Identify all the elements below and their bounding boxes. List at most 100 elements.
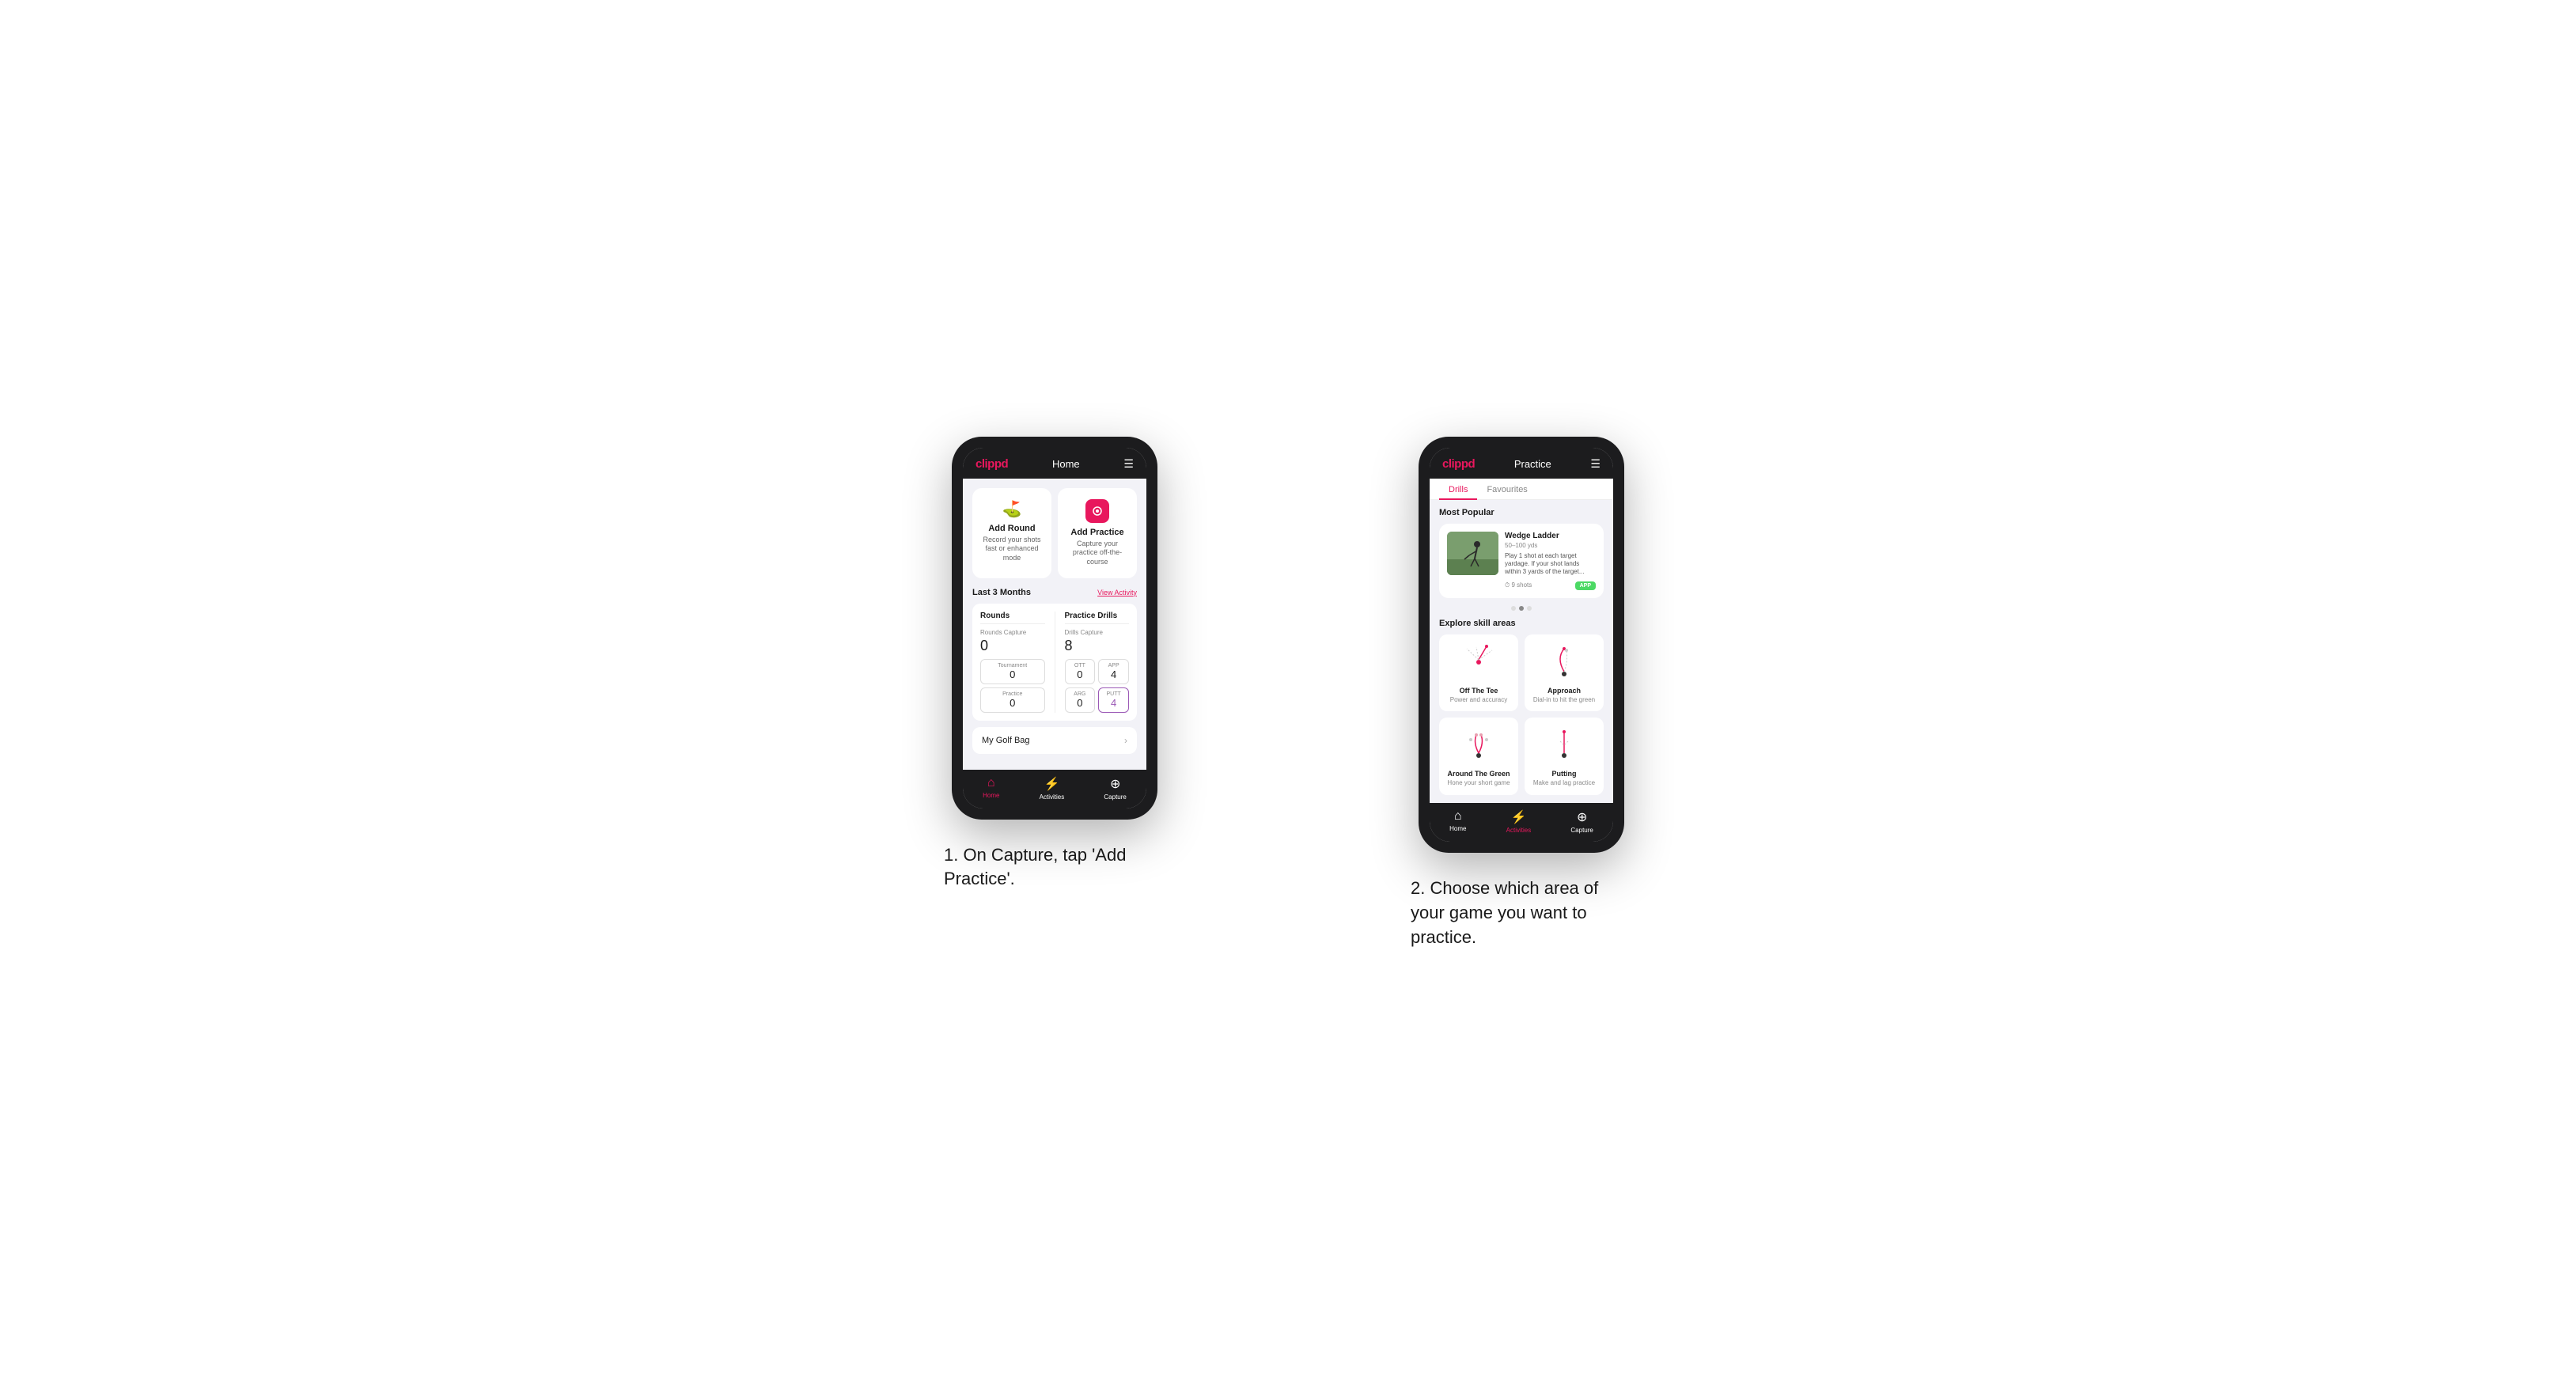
phone2-section: clippd Practice ☰ Drills Favourites Most… bbox=[1320, 437, 1723, 950]
page-wrapper: clippd Home ☰ ⛳ Add Round Record your sh… bbox=[853, 437, 1723, 950]
skill-card-putting[interactable]: Putting Make and lag practice bbox=[1525, 718, 1604, 795]
practice-content: Drills Favourites Most Popular bbox=[1430, 479, 1613, 803]
tabs-row: Drills Favourites bbox=[1430, 479, 1613, 500]
rounds-capture-value: 0 bbox=[980, 638, 1045, 654]
approach-desc: Dial-in to hit the green bbox=[1533, 696, 1595, 704]
ott-name: Off The Tee bbox=[1460, 687, 1498, 695]
practice-value: 0 bbox=[986, 697, 1040, 709]
arg-value: 0 bbox=[1070, 697, 1090, 709]
rounds-col: Rounds Rounds Capture 0 Tournament 0 bbox=[980, 612, 1045, 713]
activities-label-2: Activities bbox=[1506, 827, 1532, 834]
app-label: APP bbox=[1104, 663, 1123, 668]
approach-name: Approach bbox=[1547, 687, 1581, 695]
phone1-header: clippd Home ☰ bbox=[963, 448, 1146, 479]
atg-name: Around The Green bbox=[1447, 770, 1510, 778]
capture-icon-1: ⊕ bbox=[1110, 776, 1120, 792]
featured-card[interactable]: Wedge Ladder 50–100 yds Play 1 shot at e… bbox=[1439, 524, 1604, 598]
app-box: APP 4 bbox=[1098, 659, 1129, 684]
add-round-desc: Record your shots fast or enhanced mode bbox=[980, 536, 1044, 563]
practice-label: Practice bbox=[986, 691, 1040, 697]
app-badge: APP bbox=[1575, 581, 1596, 590]
featured-footer: ⏱ 9 shots APP bbox=[1505, 581, 1596, 590]
shots-icon: ⏱ bbox=[1505, 581, 1510, 589]
putt-label: PUTT bbox=[1104, 691, 1123, 697]
skill-card-atg[interactable]: Around The Green Hone your short game bbox=[1439, 718, 1518, 795]
activities-icon-2: ⚡ bbox=[1510, 809, 1526, 825]
rounds-sub-grid: Tournament 0 Practice 0 bbox=[980, 659, 1045, 713]
clippd-logo-2: clippd bbox=[1442, 457, 1475, 471]
add-practice-icon bbox=[1085, 499, 1109, 523]
nav-capture-1[interactable]: ⊕ Capture bbox=[1104, 776, 1126, 801]
nav-capture-2[interactable]: ⊕ Capture bbox=[1570, 809, 1593, 834]
home-label-2: Home bbox=[1449, 825, 1466, 832]
putting-name: Putting bbox=[1552, 770, 1577, 778]
nav-home-1[interactable]: ⌂ Home bbox=[983, 776, 999, 801]
add-practice-title: Add Practice bbox=[1070, 528, 1123, 537]
golf-bag-row[interactable]: My Golf Bag › bbox=[972, 727, 1137, 754]
skill-card-ott[interactable]: Off The Tee Power and accuracy bbox=[1439, 634, 1518, 712]
nav-activities-2[interactable]: ⚡ Activities bbox=[1506, 809, 1532, 834]
view-activity-link[interactable]: View Activity bbox=[1097, 589, 1137, 596]
phone1: clippd Home ☰ ⛳ Add Round Record your sh… bbox=[952, 437, 1157, 820]
arg-label: ARG bbox=[1070, 691, 1090, 697]
arg-box: ARG 0 bbox=[1065, 687, 1096, 713]
ott-app-row: OTT 0 APP 4 bbox=[1065, 659, 1130, 684]
caption-1: 1. On Capture, tap 'Add Practice'. bbox=[944, 843, 1165, 892]
drills-col: Practice Drills Drills Capture 8 OTT 0 bbox=[1065, 612, 1130, 713]
featured-title: Wedge Ladder bbox=[1505, 532, 1596, 540]
add-round-icon: ⛳ bbox=[1002, 499, 1022, 519]
golf-bag-label: My Golf Bag bbox=[982, 736, 1030, 745]
add-round-title: Add Round bbox=[988, 524, 1035, 533]
drills-section-title: Practice Drills bbox=[1065, 612, 1130, 624]
skill-grid: Off The Tee Power and accuracy bbox=[1439, 634, 1604, 795]
drills-capture-label: Drills Capture bbox=[1065, 629, 1130, 636]
add-practice-card[interactable]: Add Practice Capture your practice off-t… bbox=[1058, 488, 1137, 578]
ott-box: OTT 0 bbox=[1065, 659, 1096, 684]
tab-drills[interactable]: Drills bbox=[1439, 479, 1477, 499]
tournament-box: Tournament 0 bbox=[980, 659, 1045, 684]
tab-favourites[interactable]: Favourites bbox=[1477, 479, 1536, 499]
featured-img bbox=[1447, 532, 1498, 575]
explore-title: Explore skill areas bbox=[1439, 619, 1604, 628]
ott-value: 0 bbox=[1070, 668, 1090, 680]
atg-desc: Hone your short game bbox=[1447, 779, 1510, 787]
capture-label-2: Capture bbox=[1570, 827, 1593, 834]
drills-sub-grid: OTT 0 APP 4 bbox=[1065, 659, 1130, 713]
capture-label-1: Capture bbox=[1104, 793, 1126, 801]
stats-period-label: Last 3 Months bbox=[972, 588, 1031, 597]
phone2: clippd Practice ☰ Drills Favourites Most… bbox=[1419, 437, 1624, 853]
phone2-header: clippd Practice ☰ bbox=[1430, 448, 1613, 479]
putt-value: 4 bbox=[1104, 697, 1123, 709]
dot-3 bbox=[1527, 606, 1532, 611]
practice-body: Most Popular bbox=[1430, 500, 1613, 803]
nav-home-2[interactable]: ⌂ Home bbox=[1449, 809, 1466, 834]
phone1-menu-icon[interactable]: ☰ bbox=[1123, 457, 1134, 471]
rounds-capture-label: Rounds Capture bbox=[980, 629, 1045, 636]
phone1-content: ⛳ Add Round Record your shots fast or en… bbox=[963, 479, 1146, 770]
chevron-right-icon: › bbox=[1124, 735, 1127, 746]
home-label-1: Home bbox=[983, 792, 999, 799]
featured-info: Wedge Ladder 50–100 yds Play 1 shot at e… bbox=[1505, 532, 1596, 590]
phone2-menu-icon[interactable]: ☰ bbox=[1590, 457, 1601, 471]
stats-header: Last 3 Months View Activity bbox=[972, 588, 1137, 597]
ott-desc: Power and accuracy bbox=[1450, 696, 1507, 704]
clippd-logo-1: clippd bbox=[975, 457, 1008, 471]
phone1-bottom-nav: ⌂ Home ⚡ Activities ⊕ Capture bbox=[963, 770, 1146, 808]
ott-diagram bbox=[1459, 642, 1498, 682]
shots-count: ⏱ 9 shots bbox=[1505, 581, 1532, 589]
capture-icon-2: ⊕ bbox=[1577, 809, 1587, 825]
nav-activities-1[interactable]: ⚡ Activities bbox=[1040, 776, 1065, 801]
phone2-header-title: Practice bbox=[1514, 458, 1551, 470]
putting-desc: Make and lag practice bbox=[1533, 779, 1595, 787]
tournament-value: 0 bbox=[986, 668, 1040, 680]
phone2-bottom-nav: ⌂ Home ⚡ Activities ⊕ Capture bbox=[1430, 803, 1613, 842]
most-popular-title: Most Popular bbox=[1439, 508, 1604, 517]
featured-img-inner bbox=[1447, 532, 1498, 575]
drills-capture-value: 8 bbox=[1065, 638, 1130, 654]
arg-putt-row: ARG 0 PUTT 4 bbox=[1065, 687, 1130, 713]
add-round-card[interactable]: ⛳ Add Round Record your shots fast or en… bbox=[972, 488, 1051, 578]
phone1-section: clippd Home ☰ ⛳ Add Round Record your sh… bbox=[853, 437, 1256, 892]
skill-card-approach[interactable]: Approach Dial-in to hit the green bbox=[1525, 634, 1604, 712]
phone2-screen: clippd Practice ☰ Drills Favourites Most… bbox=[1430, 448, 1613, 842]
activities-icon-1: ⚡ bbox=[1044, 776, 1059, 792]
